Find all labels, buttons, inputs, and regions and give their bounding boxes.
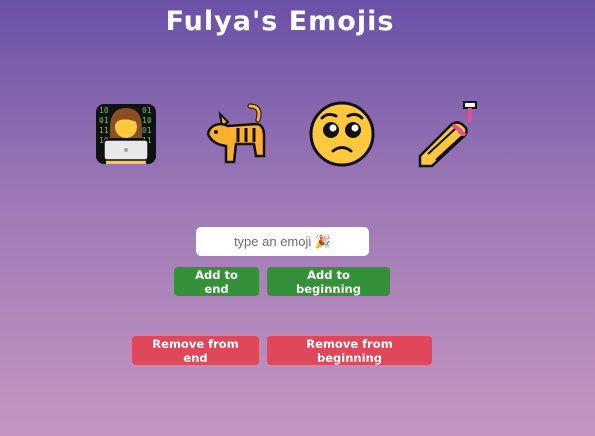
woman-technologist-emoji: 10011110 01100111	[90, 98, 162, 170]
svg-text:10: 10	[142, 116, 152, 125]
cat-emoji	[198, 98, 270, 170]
svg-text:10: 10	[99, 106, 109, 115]
remove-from-end-button[interactable]: Remove from end	[132, 336, 259, 365]
add-to-end-button[interactable]: Add to end	[174, 267, 259, 296]
page-title: Fulya's Emojis	[165, 6, 395, 37]
svg-text:01: 01	[99, 116, 109, 125]
emoji-list: 10011110 01100111	[90, 98, 486, 170]
remove-from-beginning-button[interactable]: Remove from beginning	[267, 336, 432, 365]
svg-text:11: 11	[99, 126, 109, 135]
nail-polish-emoji	[414, 98, 486, 170]
emoji-input[interactable]	[196, 227, 369, 256]
svg-text:01: 01	[142, 106, 152, 115]
emoji-input-container	[196, 227, 369, 256]
svg-text:01: 01	[142, 126, 152, 135]
add-to-beginning-button[interactable]: Add to beginning	[267, 267, 390, 296]
pleading-face-emoji	[306, 98, 378, 170]
